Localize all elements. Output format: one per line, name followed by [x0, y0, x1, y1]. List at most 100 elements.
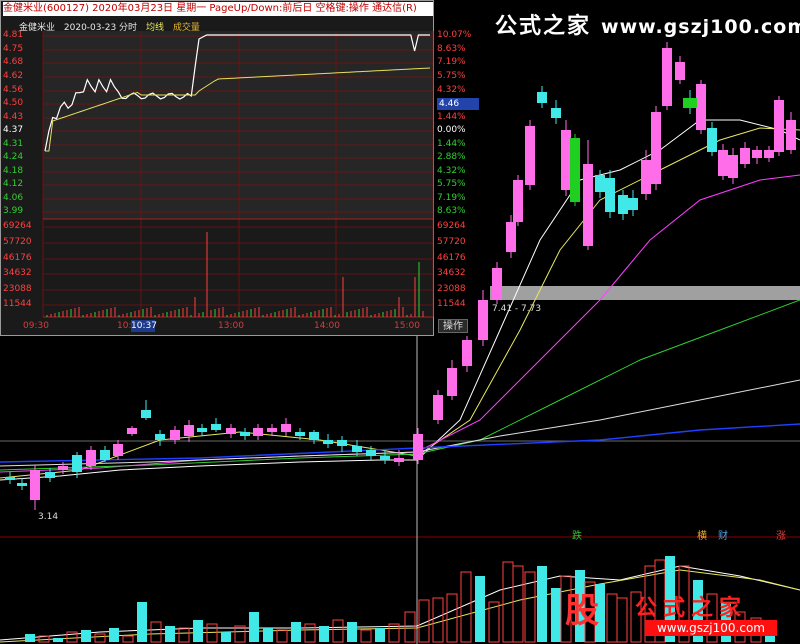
candle-body: [170, 430, 180, 440]
candle-body: [72, 455, 82, 472]
low-price-label: 3.14: [38, 512, 59, 522]
intraday-popup[interactable]: 金健米业(600127) 2020年03月23日 星期一 PageUp/Down…: [0, 0, 479, 336]
price-axis-label: 4.75: [3, 44, 24, 54]
avg-line-label: 均线: [145, 23, 164, 33]
marker-fall: 跌: [572, 531, 582, 542]
pct-axis-label: 8.63%: [437, 206, 466, 216]
time-cursor-label: 10:37: [131, 320, 157, 332]
candle-body: [295, 432, 305, 436]
candle-body: [618, 195, 628, 214]
volume-bar: [150, 621, 162, 643]
candle-body: [323, 440, 333, 444]
candle-body: [595, 175, 605, 192]
pct-axis-label: 2.88%: [437, 152, 466, 162]
price-axis-label: 4.50: [3, 98, 24, 108]
volume-bar: [193, 620, 203, 642]
candle-body: [226, 428, 236, 434]
pct-axis-label: 10.07%: [437, 30, 472, 40]
current-price-tag: 4.46: [437, 98, 479, 110]
ma-line: [0, 423, 800, 463]
volume-bar: [122, 635, 134, 643]
time-1400: 14:00: [314, 321, 340, 331]
pct-axis-label: 7.19%: [437, 193, 466, 203]
candle-body: [366, 450, 376, 456]
volume-axis-label: 69264: [3, 221, 32, 231]
candle-body: [707, 128, 717, 152]
candle-body: [728, 155, 738, 178]
volume-axis-label: 34632: [3, 268, 32, 278]
volume-axis-label: 57720: [3, 237, 32, 247]
popup-subheader: 金健米业 2020-03-23 分时 均线 成交量: [19, 20, 200, 33]
candle-body: [211, 424, 221, 430]
candle-body: [561, 130, 571, 190]
volume-bar: [537, 566, 547, 642]
candle-body: [240, 432, 250, 436]
price-axis-label: 4.18: [3, 166, 24, 176]
volume-bar: [178, 627, 190, 643]
candle-body: [447, 368, 457, 396]
price-axis-label: 4.62: [3, 71, 24, 81]
volume-axis-label: 69264: [437, 221, 466, 231]
volume-bar: [375, 628, 385, 642]
candle-body: [513, 180, 523, 222]
volume-bar: [432, 597, 444, 643]
pct-axis-label: 4.32%: [437, 166, 466, 176]
candle-body: [696, 84, 706, 130]
pct-axis-label: 1.44%: [437, 139, 466, 149]
volume-bar: [512, 565, 524, 643]
volume-bar: [81, 630, 91, 642]
candle-body: [45, 472, 55, 478]
candle-body: [380, 456, 390, 460]
price-axis-label: 4.43: [3, 112, 24, 122]
pct-axis-label: 4.32%: [437, 85, 466, 95]
candle-body: [525, 126, 535, 185]
price-axis-label: 4.56: [3, 85, 24, 95]
pct-axis-label: 5.75%: [437, 179, 466, 189]
pct-axis-label: 0.00%: [437, 125, 466, 135]
volume-axis-label: 34632: [437, 268, 466, 278]
volume-bar: [319, 626, 329, 642]
candle-body: [492, 268, 502, 300]
candle-body: [718, 150, 728, 176]
candle-body: [141, 410, 151, 418]
pct-axis-label: 8.63%: [437, 44, 466, 54]
marker-flat: 横: [697, 531, 707, 542]
candle-body: [740, 148, 750, 164]
candle-body: [628, 198, 638, 210]
pct-axis-label: 7.19%: [437, 57, 466, 67]
operate-button[interactable]: 操作: [438, 319, 468, 333]
candle-body: [5, 477, 15, 480]
popup-date: 2020-03-23 分时: [63, 23, 138, 33]
marker-rise: 涨: [776, 531, 786, 542]
candle-body: [413, 434, 423, 460]
price-axis-label: 4.37: [3, 125, 24, 135]
watermark-top: 公式之家 www.gszj100.com: [495, 8, 800, 40]
candle-body: [58, 466, 68, 470]
candle-body: [100, 450, 110, 460]
candle-body: [309, 432, 319, 440]
volume-bar: [276, 629, 288, 643]
volume-bar: [347, 622, 357, 642]
price-axis-label: 4.68: [3, 57, 24, 67]
time-1300: 13:00: [218, 321, 244, 331]
candle-body: [127, 428, 137, 434]
popup-header[interactable]: 金健米业(600127) 2020年03月23日 星期一 PageUp/Down…: [3, 2, 433, 16]
volume-bar: [404, 611, 416, 643]
volume-label: 成交量: [172, 23, 200, 33]
site-logo: 股 公式之家 www.gszj100.com: [553, 586, 783, 640]
volume-bar: [109, 628, 119, 642]
candle-body: [786, 120, 796, 150]
price-axis-label: 4.06: [3, 193, 24, 203]
candle-body: [675, 62, 685, 80]
candle-body: [433, 395, 443, 420]
candle-body: [253, 428, 263, 436]
candle-body: [17, 483, 27, 486]
time-10: 10:: [117, 321, 132, 331]
candle-body: [583, 164, 593, 246]
volume-axis-label: 23088: [3, 284, 32, 294]
candle-body: [155, 434, 165, 440]
logo-url: www.gszj100.com: [645, 620, 777, 636]
candle-body: [462, 340, 472, 366]
watermark-url: www.gszj100.com: [601, 16, 800, 38]
candle-body: [281, 424, 291, 432]
